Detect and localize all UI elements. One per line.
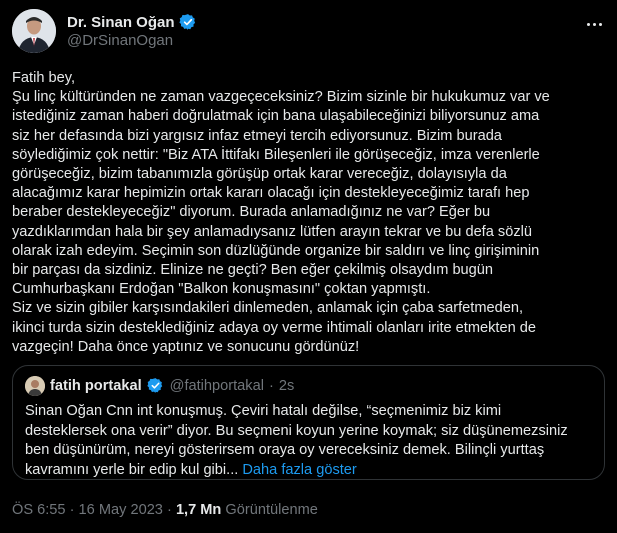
quoted-separator: ·	[268, 378, 274, 394]
views-label: Görüntülenme	[225, 502, 318, 518]
tweet-line: söylediğimiz çok nettir: "Biz ATA İttifa…	[12, 146, 540, 163]
show-more-link[interactable]: Daha fazla göster	[242, 462, 356, 478]
tweet-footer: ÖS 6:55 · 16 May 2023 · 1,7 Mn Görüntüle…	[12, 502, 318, 518]
author-name-row: Dr. Sinan Oğan	[67, 13, 197, 31]
tweet-line: olarak izah edeyim. Seçimin son düzlüğün…	[12, 242, 540, 259]
more-options-icon[interactable]	[583, 13, 605, 35]
tweet-line: siz her defasında bizi yargısız infaz et…	[12, 127, 502, 144]
tweet-line: Fatih bey,	[12, 70, 75, 86]
quoted-line-last: kavramını yerle bir edip kul gibi... Dah…	[25, 461, 600, 481]
tweet-line: Siz ve sizin gibiler karşısındakileri di…	[12, 300, 524, 317]
author-photo	[12, 9, 56, 53]
quoted-line: ben düşünürüm, nereyi gösterirsem oraya …	[25, 442, 545, 458]
author-name[interactable]: Dr. Sinan Oğan	[67, 14, 175, 31]
footer-separator: ·	[167, 502, 172, 518]
author-handle[interactable]: @DrSinanOgan	[67, 32, 173, 49]
tweet-time[interactable]: ÖS 6:55	[12, 502, 66, 518]
tweet-line: görüşeceğiz, bizim tabanımızla görüşüp o…	[12, 166, 507, 183]
tweet-date[interactable]: 16 May 2023	[79, 502, 163, 518]
tweet-header: Dr. Sinan Oğan @DrSinanOgan	[12, 9, 605, 57]
tweet-line: alacağımız karar hepimizin ortak kararı …	[12, 185, 530, 202]
tweet-line: istediğiniz zaman haberi doğrulatmak içi…	[12, 108, 540, 125]
quoted-tweet[interactable]: fatih portakal @fatihportakal · 2s Sinan…	[12, 365, 605, 480]
verified-badge-icon	[178, 13, 197, 31]
quoted-author-name[interactable]: fatih portakal	[50, 378, 142, 394]
footer-separator: ·	[69, 502, 75, 518]
tweet-line: beraber destekleyeceğiz" diyorum. Burada…	[12, 204, 491, 221]
views-count[interactable]: 1,7 Mn	[176, 502, 221, 518]
quoted-line: desteklersek ona verir” diyor. Bu seçmen…	[25, 422, 568, 439]
quoted-line: Sinan Oğan Cnn int konuşmuş. Çeviri hata…	[25, 403, 502, 419]
verified-badge-icon	[146, 377, 165, 395]
quoted-author-avatar[interactable]	[25, 376, 45, 396]
quoted-time[interactable]: 2s	[279, 378, 294, 394]
tweet-line: bir parçası da sizdiniz. Elinize ne geçt…	[12, 262, 494, 279]
quoted-author-handle[interactable]: @fatihportakal	[170, 378, 264, 394]
quoted-author-photo	[25, 376, 45, 396]
tweet-line: vazgeçin! Daha önce yaptınız ve sonucunu…	[12, 338, 360, 355]
quoted-tweet-text: Sinan Oğan Cnn int konuşmuş. Çeviri hata…	[25, 402, 600, 480]
tweet-line: yazdıklarımdan hala bir şey anlamadıysan…	[12, 223, 532, 240]
quoted-last-text: kavramını yerle bir edip kul gibi...	[25, 461, 239, 478]
quoted-tweet-header: fatih portakal @fatihportakal · 2s	[25, 376, 294, 396]
tweet-line: Şu linç kültüründen ne zaman vazgeçeceks…	[12, 89, 550, 106]
tweet-line: ikinci turda sizin desteklediğiniz adaya…	[12, 319, 536, 336]
tweet-text: Fatih bey, Şu linç kültüründen ne zaman …	[12, 69, 607, 357]
tweet-line: Cumhurbaşkanı Erdoğan "Balkon konuşmasın…	[12, 281, 431, 298]
author-avatar[interactable]	[12, 9, 56, 53]
